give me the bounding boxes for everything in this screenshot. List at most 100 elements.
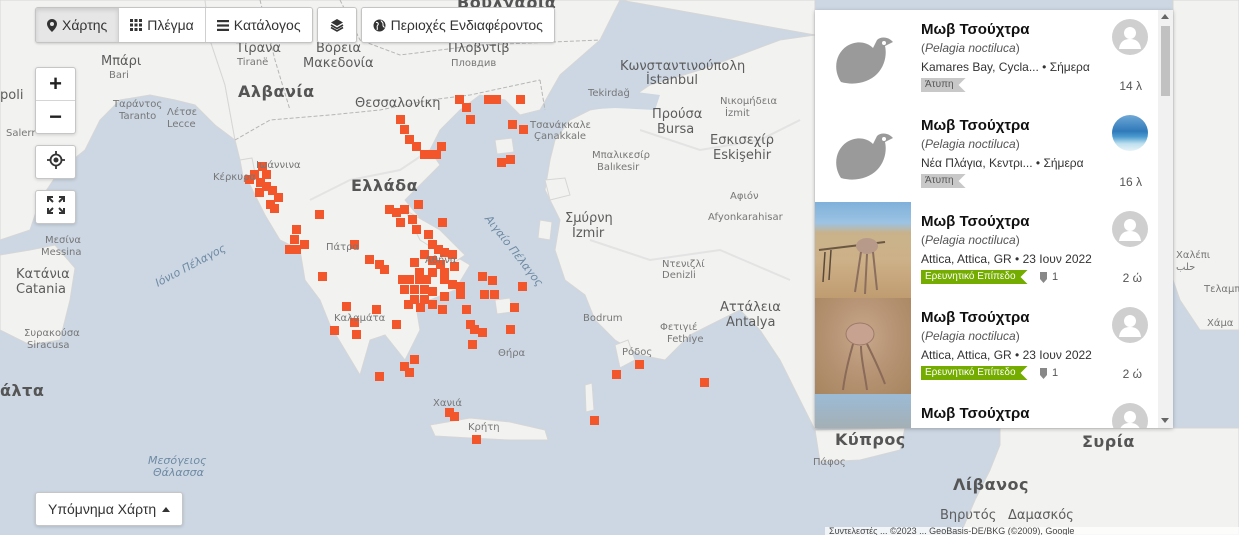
observation-cell[interactable] [396, 218, 405, 227]
map-attribution[interactable]: Συντελεστές ... ©2023 ... GeoBasis-DE/BK… [825, 527, 1239, 535]
observation-cell[interactable] [456, 282, 465, 291]
scroll-up-arrow-icon[interactable] [1161, 14, 1169, 19]
observation-cell[interactable] [352, 330, 361, 339]
observation-cell[interactable] [438, 305, 447, 314]
observation-item[interactable]: Μωβ Τσούχτρα [815, 394, 1158, 428]
observation-cell[interactable] [292, 225, 301, 234]
observation-cell[interactable] [472, 435, 481, 444]
observation-cell[interactable] [412, 225, 421, 234]
observation-cell[interactable] [300, 240, 309, 249]
observation-cell[interactable] [428, 300, 437, 309]
observation-cell[interactable] [405, 368, 414, 377]
observation-cell[interactable] [315, 210, 324, 219]
observation-common-name[interactable]: Μωβ Τσούχτρα [921, 309, 1030, 326]
observation-cell[interactable] [440, 275, 449, 284]
observation-cell[interactable] [410, 258, 419, 267]
panel-scrollbar[interactable] [1158, 10, 1173, 428]
observation-photo[interactable] [815, 202, 911, 298]
map-legend-button[interactable]: Υπόμνημα Χάρτη [35, 492, 184, 526]
observation-cell[interactable] [484, 95, 493, 104]
observation-cell[interactable] [506, 155, 515, 164]
observation-cell[interactable] [518, 282, 527, 291]
observation-cell[interactable] [468, 340, 477, 349]
locate-me-button[interactable] [36, 146, 75, 178]
observation-cell[interactable] [405, 275, 414, 284]
observation-cell[interactable] [455, 95, 464, 104]
observation-cell[interactable] [330, 326, 339, 335]
observation-cell[interactable] [392, 320, 401, 329]
observation-cell[interactable] [497, 158, 506, 167]
observation-photo[interactable] [815, 394, 911, 428]
observation-cell[interactable] [412, 142, 421, 151]
observation-cell[interactable] [438, 218, 447, 227]
tab-map[interactable]: Χάρτης [36, 8, 120, 42]
observation-cell[interactable] [480, 290, 489, 299]
observation-cell[interactable] [410, 355, 419, 364]
observation-cell[interactable] [510, 303, 519, 312]
user-avatar[interactable] [1112, 403, 1148, 428]
observation-cell[interactable] [274, 193, 283, 202]
observation-cell[interactable] [508, 120, 517, 129]
observation-cell[interactable] [375, 372, 384, 381]
observation-cell[interactable] [590, 416, 599, 425]
observation-cell[interactable] [342, 302, 351, 311]
observation-cell[interactable] [292, 245, 301, 254]
observation-cell[interactable] [380, 265, 389, 274]
observation-photo-placeholder[interactable] [815, 10, 911, 106]
observation-cell[interactable] [440, 292, 449, 301]
observation-cell[interactable] [635, 360, 644, 369]
scroll-down-arrow-icon[interactable] [1161, 418, 1169, 423]
observation-cell[interactable] [400, 205, 409, 214]
layers-button[interactable] [317, 8, 356, 42]
observation-cell[interactable] [420, 150, 429, 159]
observation-cell[interactable] [519, 125, 528, 134]
observation-item[interactable]: Μωβ Τσούχτρα (Pelagia noctiluca) Kamares… [815, 10, 1158, 107]
scrollbar-thumb[interactable] [1161, 26, 1170, 96]
observation-item[interactable]: Μωβ Τσούχτρα (Pelagia noctiluca) Attica,… [815, 298, 1158, 395]
observation-cell[interactable] [400, 125, 409, 134]
observation-cell[interactable] [490, 290, 499, 299]
zoom-out-button[interactable]: − [36, 100, 75, 133]
observation-photo[interactable] [815, 298, 911, 394]
observation-cell[interactable] [396, 115, 405, 124]
observation-cell[interactable] [400, 285, 409, 294]
observation-cell[interactable] [492, 95, 501, 104]
tab-areas-of-interest[interactable]: Περιοχές Ενδιαφέροντος [361, 8, 554, 42]
observation-cell[interactable] [478, 272, 487, 281]
observation-cell[interactable] [612, 370, 621, 379]
observation-cell[interactable] [420, 295, 429, 304]
observation-cell[interactable] [392, 208, 401, 217]
observation-cell[interactable] [488, 276, 497, 285]
user-avatar[interactable] [1112, 19, 1148, 55]
observation-cell[interactable] [422, 275, 431, 284]
observation-cell[interactable] [410, 285, 419, 294]
observation-cell[interactable] [414, 200, 423, 209]
observation-common-name[interactable]: Μωβ Τσούχτρα [921, 117, 1030, 134]
zoom-in-button[interactable]: + [36, 68, 75, 100]
observation-cell[interactable] [255, 188, 264, 197]
observation-cell[interactable] [478, 328, 487, 337]
observation-cell[interactable] [404, 300, 413, 309]
observation-cell[interactable] [516, 95, 525, 104]
observation-cell[interactable] [424, 230, 433, 239]
user-avatar-photo[interactable] [1112, 115, 1148, 151]
observation-common-name[interactable]: Μωβ Τσούχτρα [921, 405, 1030, 422]
observation-cell[interactable] [462, 103, 471, 112]
user-avatar[interactable] [1112, 211, 1148, 247]
observation-cell[interactable] [318, 272, 327, 281]
observation-item[interactable]: Μωβ Τσούχτρα (Pelagia noctiluca) Νέα Πλά… [815, 106, 1158, 203]
observation-cell[interactable] [456, 290, 465, 299]
observation-cell[interactable] [416, 303, 425, 312]
observation-cell[interactable] [437, 142, 446, 151]
observation-cell[interactable] [700, 378, 709, 387]
tab-list[interactable]: Κατάλογος [205, 8, 312, 42]
user-avatar[interactable] [1112, 307, 1148, 343]
observation-cell[interactable] [506, 325, 515, 334]
fullscreen-button[interactable] [36, 191, 75, 223]
observation-cell[interactable] [450, 412, 459, 421]
observation-cell[interactable] [466, 115, 475, 124]
observation-cell[interactable] [420, 285, 429, 294]
observation-common-name[interactable]: Μωβ Τσούχτρα [921, 213, 1030, 230]
observation-cell[interactable] [365, 255, 374, 264]
observations-panel[interactable]: Μωβ Τσούχτρα (Pelagia noctiluca) Kamares… [815, 10, 1173, 428]
